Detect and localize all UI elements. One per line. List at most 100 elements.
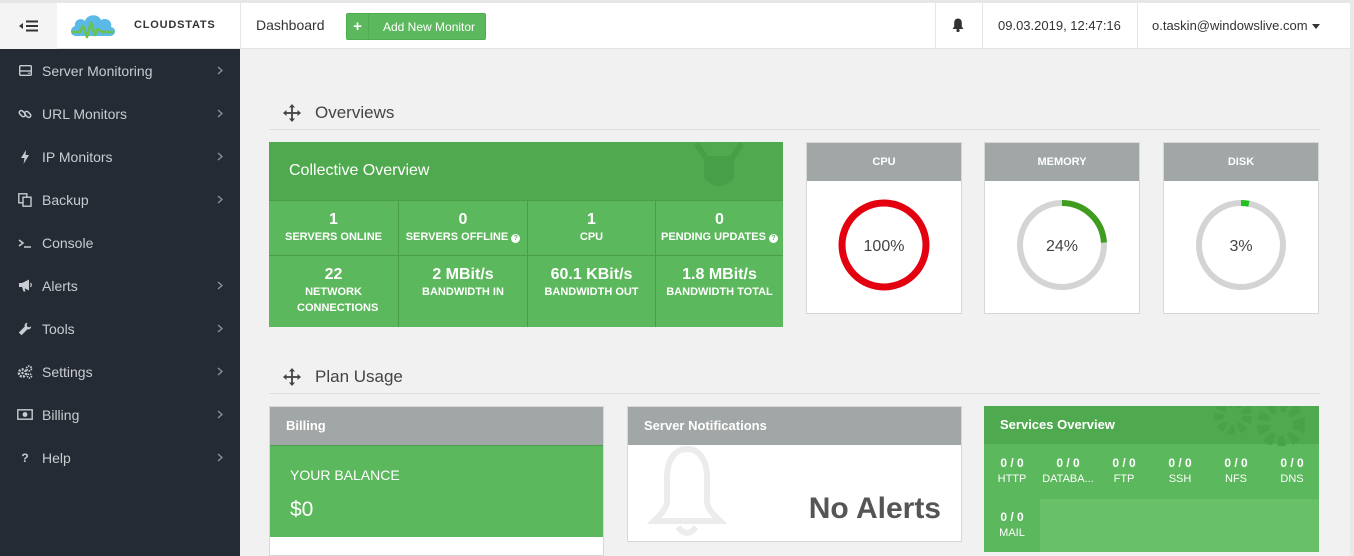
shield-icon <box>694 142 744 186</box>
info-icon[interactable]: ? <box>768 234 778 243</box>
service-label: NFS <box>1225 473 1247 485</box>
stat-value: 60.1 KBit/s <box>550 266 633 283</box>
caret-down-icon <box>1311 24 1320 30</box>
balance-label: YOUR BALANCE <box>290 467 400 483</box>
service-value: 0 / 0 <box>1224 456 1248 470</box>
services-empty-area <box>1040 499 1319 552</box>
chevron-right-icon <box>217 410 223 419</box>
stat-label: BANDWIDTH OUT <box>544 286 639 298</box>
sidebar-item-label: Tools <box>42 320 75 337</box>
stat-pending-updates: 0 PENDING UPDATES ? <box>656 200 783 255</box>
sidebar-item-backup[interactable]: Backup <box>0 178 240 221</box>
stat-label: BANDWIDTH IN <box>422 286 504 298</box>
stat-value: 0 <box>458 211 468 228</box>
chevron-right-icon <box>217 324 223 333</box>
header-divider <box>982 3 983 49</box>
service-mail: 0 / 0 MAIL <box>984 510 1040 539</box>
service-database: 0 / 0 DATABA... <box>1040 456 1096 485</box>
sidebar-item-label: Billing <box>42 406 80 423</box>
sidebar-item-label: Alerts <box>42 277 78 294</box>
gauge-title: DISK <box>1164 143 1318 181</box>
stat-cpu: 1 CPU <box>528 200 656 255</box>
header-divider <box>1137 3 1138 49</box>
link-icon <box>17 106 33 122</box>
current-datetime: 09.03.2019, 12:47:16 <box>998 18 1121 33</box>
move-arrows-icon[interactable] <box>283 368 301 386</box>
balance-box: YOUR BALANCE $0 <box>270 445 603 537</box>
billing-widget: Billing YOUR BALANCE $0 <box>269 406 604 556</box>
stat-label: SERVERS ONLINE <box>285 231 382 243</box>
stat-bandwidth-in: 2 MBit/s BANDWIDTH IN <box>399 255 528 327</box>
sidebar-item-label: Console <box>42 234 94 251</box>
sidebar-item-server-monitoring[interactable]: Server Monitoring <box>0 49 240 92</box>
overviews-title: Overviews <box>315 103 395 122</box>
sidebar-item-label: URL Monitors <box>42 105 128 122</box>
move-arrows-icon[interactable] <box>283 104 301 122</box>
copy-icon <box>17 192 33 208</box>
collective-overview-widget: Collective Overview 1 SERVERS ONLINE 0 S… <box>269 142 783 327</box>
scrollbar[interactable] <box>1350 0 1354 556</box>
memory-gauge-widget: MEMORY 24% <box>984 142 1140 314</box>
sidebar: Server Monitoring URL Monitors IP Monito… <box>0 49 240 556</box>
stat-servers-offline: 0 SERVERS OFFLINE ? <box>399 200 528 255</box>
menu-collapse-button[interactable] <box>0 3 57 49</box>
service-label: MAIL <box>999 527 1025 539</box>
service-value: 0 / 0 <box>1112 456 1136 470</box>
service-ftp: 0 / 0 FTP <box>1096 456 1152 485</box>
overviews-section-header: Overviews <box>269 100 1320 130</box>
sidebar-item-alerts[interactable]: Alerts <box>0 264 240 307</box>
sidebar-item-label: Server Monitoring <box>42 62 153 79</box>
cloudstats-logo-icon[interactable] <box>68 10 118 42</box>
stat-bandwidth-out: 60.1 KBit/s BANDWIDTH OUT <box>528 255 656 327</box>
server-notifications-widget: Server Notifications No Alerts <box>627 406 962 542</box>
user-menu[interactable]: o.taskin@windowslive.com <box>1152 18 1320 33</box>
service-ssh: 0 / 0 SSH <box>1152 456 1208 485</box>
bolt-icon <box>17 149 33 165</box>
chevron-right-icon <box>217 152 223 161</box>
sidebar-item-console[interactable]: Console <box>0 221 240 264</box>
add-new-monitor-button[interactable]: + Add New Monitor <box>346 13 486 40</box>
billing-title: Billing <box>270 407 603 445</box>
gauge-percent: 100% <box>863 238 905 255</box>
sidebar-item-settings[interactable]: Settings <box>0 350 240 393</box>
nav-dashboard-link[interactable]: Dashboard <box>256 17 325 33</box>
brand-name[interactable]: CLOUDSTATS <box>134 19 216 31</box>
sidebar-item-help[interactable]: ? Help <box>0 436 240 479</box>
info-icon[interactable]: ? <box>511 234 521 243</box>
stat-value: 1.8 MBit/s <box>682 266 757 283</box>
gauge-title: CPU <box>807 143 961 181</box>
stat-value: 0 <box>715 211 724 228</box>
service-label: HTTP <box>997 473 1027 485</box>
services-overview-title: Services Overview <box>1000 417 1115 432</box>
service-label: DNS <box>1280 473 1304 485</box>
plan-usage-title: Plan Usage <box>315 367 403 386</box>
stat-value: 1 <box>329 211 338 228</box>
service-value: 0 / 0 <box>1056 456 1080 470</box>
bell-icon[interactable] <box>950 17 966 33</box>
plan-usage-section-header: Plan Usage <box>269 364 1320 394</box>
stat-value: 2 MBit/s <box>432 266 494 283</box>
stat-bandwidth-total: 1.8 MBit/s BANDWIDTH TOTAL <box>656 255 783 327</box>
service-value: 0 / 0 <box>1168 456 1192 470</box>
sidebar-item-billing[interactable]: Billing <box>0 393 240 436</box>
collective-overview-header: Collective Overview <box>269 142 783 200</box>
gauge-percent: 24% <box>1045 238 1079 255</box>
chevron-right-icon <box>217 367 223 376</box>
service-value: 0 / 0 <box>1000 456 1024 470</box>
gears-watermark-icon <box>1214 406 1305 446</box>
disk-gauge-widget: DISK 3% <box>1163 142 1319 314</box>
service-http: 0 / 0 HTTP <box>984 456 1040 485</box>
top-header: CLOUDSTATS Dashboard + Add New Monitor 0… <box>0 3 1350 49</box>
sidebar-item-ip-monitors[interactable]: IP Monitors <box>0 135 240 178</box>
sidebar-item-tools[interactable]: Tools <box>0 307 240 350</box>
sidebar-item-label: Settings <box>42 363 93 380</box>
chevron-right-icon <box>217 195 223 204</box>
bell-watermark-icon <box>646 445 728 536</box>
chevron-right-icon <box>217 453 223 462</box>
sidebar-item-url-monitors[interactable]: URL Monitors <box>0 92 240 135</box>
service-dns: 0 / 0 DNS <box>1264 456 1319 485</box>
cogs-icon <box>17 364 33 380</box>
services-overview-header: Services Overview <box>984 406 1319 446</box>
cpu-gauge-widget: CPU 100% <box>806 142 962 314</box>
stat-label: SERVERS OFFLINE <box>405 231 509 243</box>
